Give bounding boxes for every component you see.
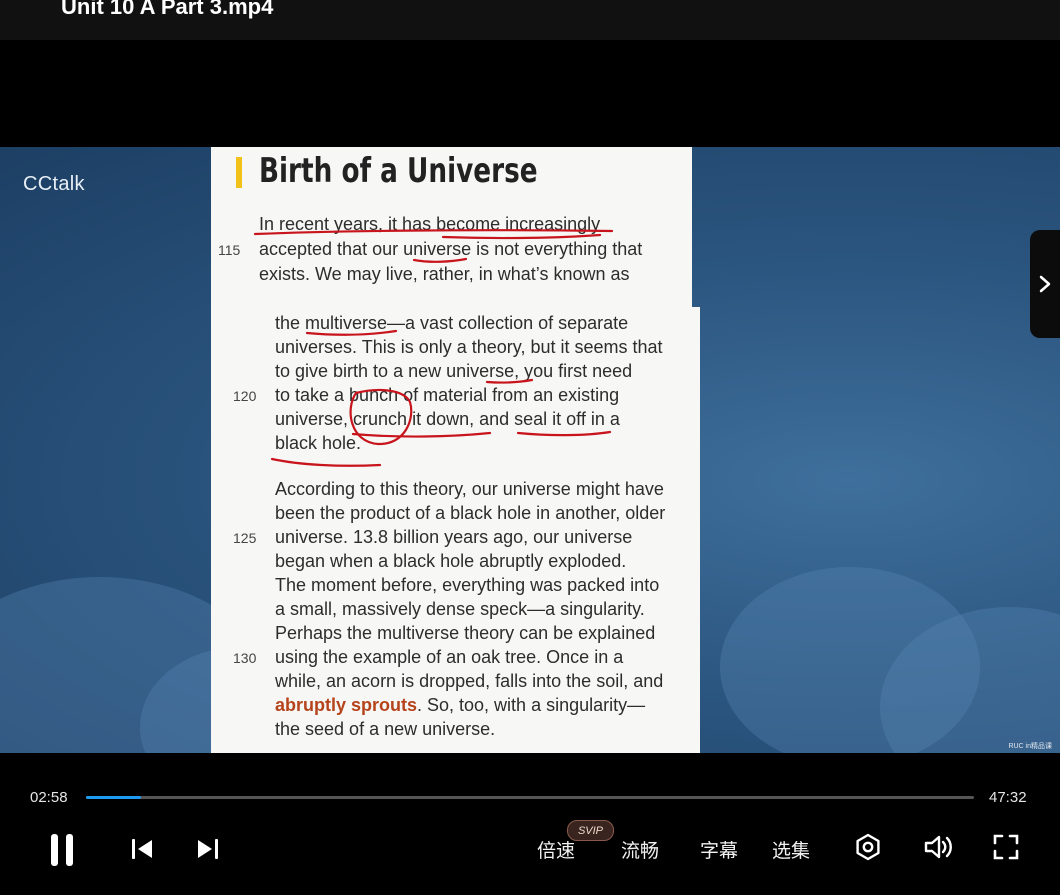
next-button[interactable] <box>194 835 222 863</box>
text-line: Perhaps the multiverse theory can be exp… <box>275 623 656 643</box>
quality-button[interactable]: 流畅 <box>621 836 659 863</box>
line-number: 115 <box>218 242 241 258</box>
line-number: 130 <box>233 650 257 666</box>
page-heading: Birth of a Universe <box>259 151 538 191</box>
previous-icon <box>132 839 152 859</box>
chevron-right-icon <box>1039 275 1051 293</box>
seek-bar-progress <box>86 796 142 799</box>
fullscreen-button[interactable] <box>990 831 1022 863</box>
watermark: RUC in精品课 <box>1008 743 1052 750</box>
video-frame[interactable]: CCtalk Birth of a Universe In recent yea… <box>0 147 1060 753</box>
text-line: exists. We may live, rather, in what’s k… <box>259 264 630 284</box>
line-number: 120 <box>233 388 257 404</box>
brand-logo: CCtalk <box>23 173 85 195</box>
previous-button[interactable] <box>128 835 156 863</box>
subtitle-button[interactable]: 字幕 <box>700 836 738 863</box>
text-line: universes. This is only a theory, but it… <box>275 337 663 357</box>
text-line: abruptly sprouts. So, too, with a singul… <box>275 695 645 716</box>
pause-icon <box>51 834 73 866</box>
text-line: accepted that our universe is not everyt… <box>259 239 643 259</box>
text-line: In recent years, it has become increasin… <box>259 214 601 234</box>
text-line: while, an acorn is dropped, falls into t… <box>275 671 664 691</box>
text-line: black hole. <box>275 433 362 453</box>
speed-button[interactable]: 倍速 <box>537 836 575 863</box>
text-line: began when a black hole abruptly explode… <box>275 551 627 571</box>
text-line: been the product of a black hole in anot… <box>275 503 666 523</box>
text-line: the seed of a new universe. <box>275 719 496 739</box>
text-line: universe. 13.8 billion years ago, our un… <box>275 527 633 547</box>
video-title: Unit 10 A Part 3.mp4 <box>61 0 274 19</box>
heading-accent-bar <box>236 157 242 188</box>
text-line: a small, massively dense speck—a singula… <box>275 599 645 619</box>
highlighted-phrase: abruptly sprouts <box>275 695 418 715</box>
text-line: According to this theory, our universe m… <box>275 479 664 499</box>
next-page-button[interactable] <box>1030 230 1060 338</box>
seek-bar[interactable] <box>86 796 974 799</box>
settings-button[interactable] <box>852 831 884 863</box>
volume-button[interactable] <box>922 831 956 863</box>
text-line: universe, crunch it down, and seal it of… <box>275 409 620 429</box>
episodes-button[interactable]: 选集 <box>772 836 810 863</box>
title-bar: Unit 10 A Part 3.mp4 <box>0 0 1060 40</box>
text-line: to take a bunch of material from an exis… <box>275 385 620 405</box>
text-line-rest: . So, too, with a singularity— <box>417 695 646 715</box>
text-line: to give birth to a new universe, you fir… <box>275 361 633 381</box>
fullscreen-icon <box>993 834 1019 860</box>
line-number: 125 <box>233 530 257 546</box>
total-time: 47:32 <box>989 789 1027 806</box>
text-line: the multiverse—a vast collection of sepa… <box>275 313 629 333</box>
next-icon <box>198 839 218 859</box>
settings-icon <box>856 833 880 861</box>
player-controls: 02:58 47:32 SVIP 倍速 流畅 字幕 选集 <box>0 753 1060 895</box>
volume-icon <box>924 835 952 859</box>
text-line: using the example of an oak tree. Once i… <box>275 647 624 667</box>
current-time: 02:58 <box>30 789 68 806</box>
text-line: The moment before, everything was packed… <box>275 575 660 595</box>
pause-button[interactable] <box>44 831 80 869</box>
